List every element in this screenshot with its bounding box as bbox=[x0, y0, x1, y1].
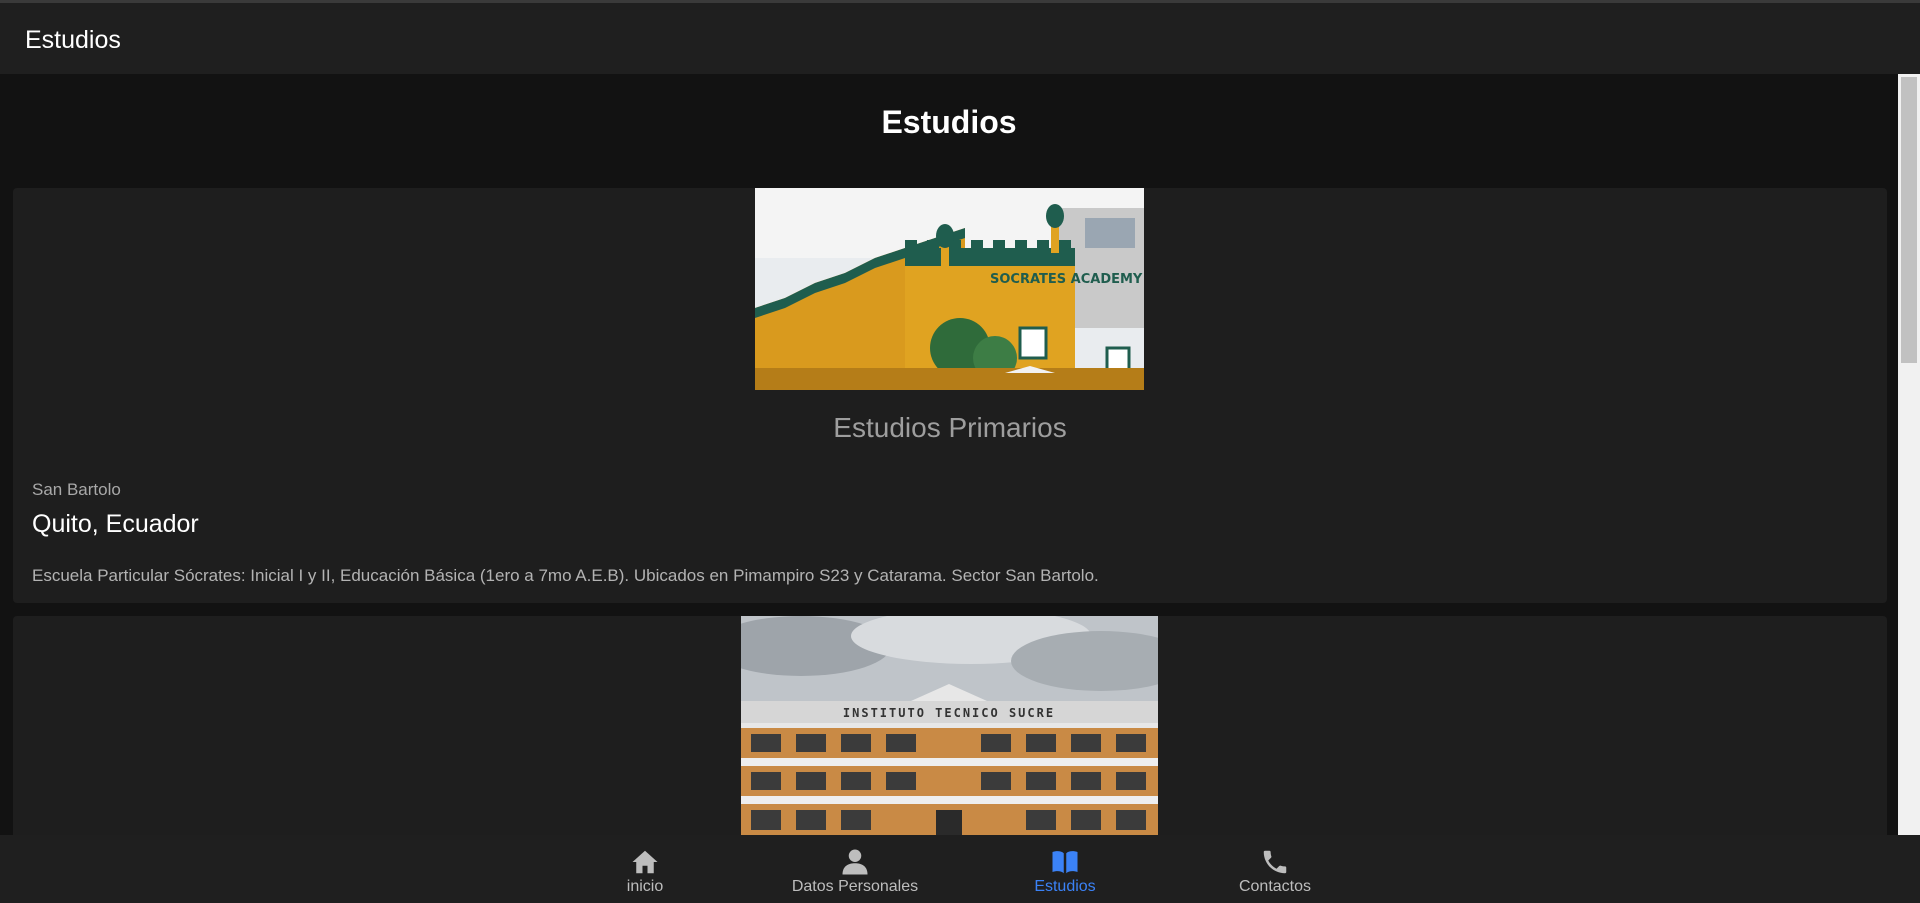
card-subtitle: San Bartolo bbox=[32, 480, 121, 499]
card-description: Escuela Particular Sócrates: Inicial I y… bbox=[32, 566, 1099, 585]
nav-label: Datos Personales bbox=[791, 878, 919, 895]
main-content: Estudios SOCRATES ACADEMY Estudios Prima… bbox=[0, 74, 1898, 835]
nav-item-inicio[interactable]: inicio bbox=[560, 835, 730, 903]
phone-icon bbox=[1263, 850, 1287, 874]
school-photo: SOCRATES ACADEMY bbox=[755, 188, 1144, 390]
scrollbar-thumb[interactable] bbox=[1901, 77, 1917, 363]
book-icon bbox=[1052, 851, 1078, 874]
nav-item-estudios[interactable]: Estudios bbox=[980, 835, 1150, 903]
page-title: Estudios bbox=[881, 104, 1017, 140]
nav-label: inicio bbox=[626, 878, 664, 895]
study-card-secondary: INSTITUTO TECNICO SUCRE bbox=[13, 616, 1887, 835]
app-title: Estudios bbox=[25, 26, 121, 54]
card-title: Estudios Primarios bbox=[833, 412, 1067, 443]
study-card-primary: SOCRATES ACADEMY Estudios Primarios San … bbox=[13, 188, 1887, 603]
nav-item-datos-personales[interactable]: Datos Personales bbox=[770, 835, 940, 903]
school-photo: INSTITUTO TECNICO SUCRE bbox=[741, 616, 1158, 835]
home-icon bbox=[632, 850, 658, 874]
nav-label: Estudios bbox=[1034, 878, 1096, 895]
app-bar: Estudios bbox=[0, 0, 1920, 74]
nav-item-contactos[interactable]: Contactos bbox=[1190, 835, 1360, 903]
card-location: Quito, Ecuador bbox=[32, 510, 199, 538]
person-icon bbox=[842, 849, 868, 875]
nav-label: Contactos bbox=[1238, 878, 1312, 895]
bottom-navigation: inicio Datos Personales Estudios Contact… bbox=[0, 835, 1920, 903]
school-sign-text: INSTITUTO TECNICO SUCRE bbox=[843, 706, 1055, 720]
school-sign-text: SOCRATES ACADEMY bbox=[990, 272, 1143, 287]
vertical-scrollbar[interactable] bbox=[1898, 74, 1920, 835]
